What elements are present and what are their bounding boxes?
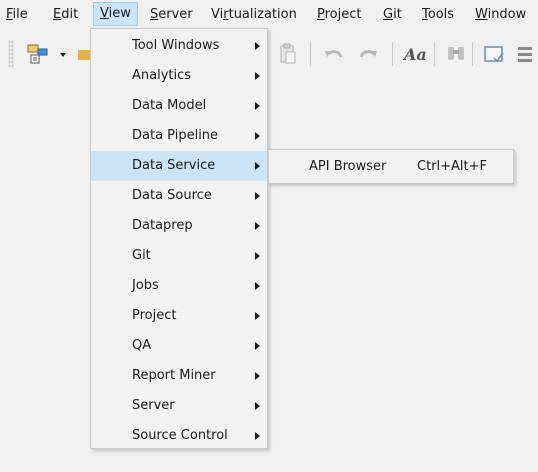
menu-item-label: Data Pipeline	[132, 128, 219, 143]
svg-text:Aa: Aa	[402, 45, 426, 64]
menu-item-data-pipeline[interactable]: Data Pipeline	[91, 121, 267, 151]
toolbar-separator	[434, 42, 435, 66]
open-folder-icon[interactable]	[78, 42, 90, 66]
menubar-item-git[interactable]: Git	[377, 3, 408, 27]
toolbar-separator	[472, 42, 473, 66]
menu-item-analytics[interactable]: Analytics	[91, 61, 267, 91]
chevron-right-icon	[255, 372, 260, 380]
menu-item-dataprep[interactable]: Dataprep	[91, 211, 267, 241]
toolbar: Aa	[0, 30, 538, 78]
menu-item-label: Tool Windows	[132, 38, 220, 53]
toolbar-grip[interactable]	[8, 40, 14, 68]
chevron-right-icon	[255, 402, 260, 410]
menu-item-source-control[interactable]: Source Control	[91, 421, 267, 451]
menu-item-project[interactable]: Project	[91, 301, 267, 331]
menu-item-label: Jobs	[132, 278, 159, 293]
menu-item-label: API Browser	[309, 159, 387, 174]
menu-item-label: Server	[132, 398, 175, 413]
find-icon[interactable]	[444, 42, 468, 66]
chevron-right-icon	[255, 432, 260, 440]
menu-item-server[interactable]: Server	[91, 391, 267, 421]
menubar-item-view[interactable]: View	[93, 2, 138, 26]
menubar-item-virtualization[interactable]: Virtualization	[205, 3, 303, 27]
menu-item-shortcut: Ctrl+Alt+F	[417, 159, 487, 174]
chevron-right-icon	[255, 42, 260, 50]
chevron-right-icon	[255, 252, 260, 260]
menu-item-label: Dataprep	[132, 218, 193, 233]
menu-item-data-model[interactable]: Data Model	[91, 91, 267, 121]
new-project-icon[interactable]	[26, 42, 50, 66]
chevron-right-icon	[255, 162, 260, 170]
data-service-submenu: API Browser Ctrl+Alt+F	[268, 149, 514, 184]
menubar-item-file[interactable]: File	[0, 3, 34, 27]
menu-item-label: Data Model	[132, 98, 207, 113]
chevron-right-icon	[255, 342, 260, 350]
menubar-item-tools[interactable]: Tools	[416, 3, 460, 27]
menu-item-label: Report Miner	[132, 368, 216, 383]
chevron-right-icon	[255, 192, 260, 200]
menu-item-tool-windows[interactable]: Tool Windows	[91, 31, 267, 61]
menu-item-qa[interactable]: QA	[91, 331, 267, 361]
menu-item-label: Data Source	[132, 188, 212, 203]
menubar-item-window[interactable]: Window	[469, 3, 532, 27]
menu-item-label: Source Control	[132, 428, 228, 443]
view-menu: Tool Windows Analytics Data Model Data Pipe…	[90, 28, 268, 449]
paste-icon[interactable]	[276, 42, 300, 66]
chevron-right-icon	[255, 132, 260, 140]
menu-item-git[interactable]: Git	[91, 241, 267, 271]
menu-item-api-browser[interactable]: API Browser Ctrl+Alt+F	[269, 152, 513, 182]
font-icon[interactable]: Aa	[402, 42, 426, 66]
menubar-item-project[interactable]: Project	[311, 3, 368, 27]
menu-item-label: Analytics	[132, 68, 192, 83]
chevron-right-icon	[255, 282, 260, 290]
menu-item-jobs[interactable]: Jobs	[91, 271, 267, 301]
menu-bar: File Edit View Server Virtualization Project G…	[0, 0, 538, 30]
window-icon[interactable]	[482, 42, 506, 66]
menu-item-data-service[interactable]: Data Service	[91, 151, 267, 181]
menu-item-label: Data Service	[132, 158, 216, 173]
chevron-right-icon	[255, 312, 260, 320]
chevron-right-icon	[255, 102, 260, 110]
chevron-right-icon	[255, 222, 260, 230]
menu-item-data-source[interactable]: Data Source	[91, 181, 267, 211]
menu-item-label: QA	[132, 338, 152, 353]
redo-icon[interactable]	[356, 42, 380, 66]
toolbar-separator	[310, 42, 311, 66]
layout-icon[interactable]	[514, 42, 538, 66]
undo-icon[interactable]	[322, 42, 346, 66]
menu-item-label: Project	[132, 308, 177, 323]
dropdown-icon[interactable]	[58, 42, 68, 66]
menubar-item-server[interactable]: Server	[144, 3, 199, 27]
chevron-right-icon	[255, 72, 260, 80]
toolbar-separator	[392, 42, 393, 66]
menu-item-label: Git	[132, 248, 151, 263]
menu-item-report-miner[interactable]: Report Miner	[91, 361, 267, 391]
menubar-item-edit[interactable]: Edit	[47, 3, 84, 27]
